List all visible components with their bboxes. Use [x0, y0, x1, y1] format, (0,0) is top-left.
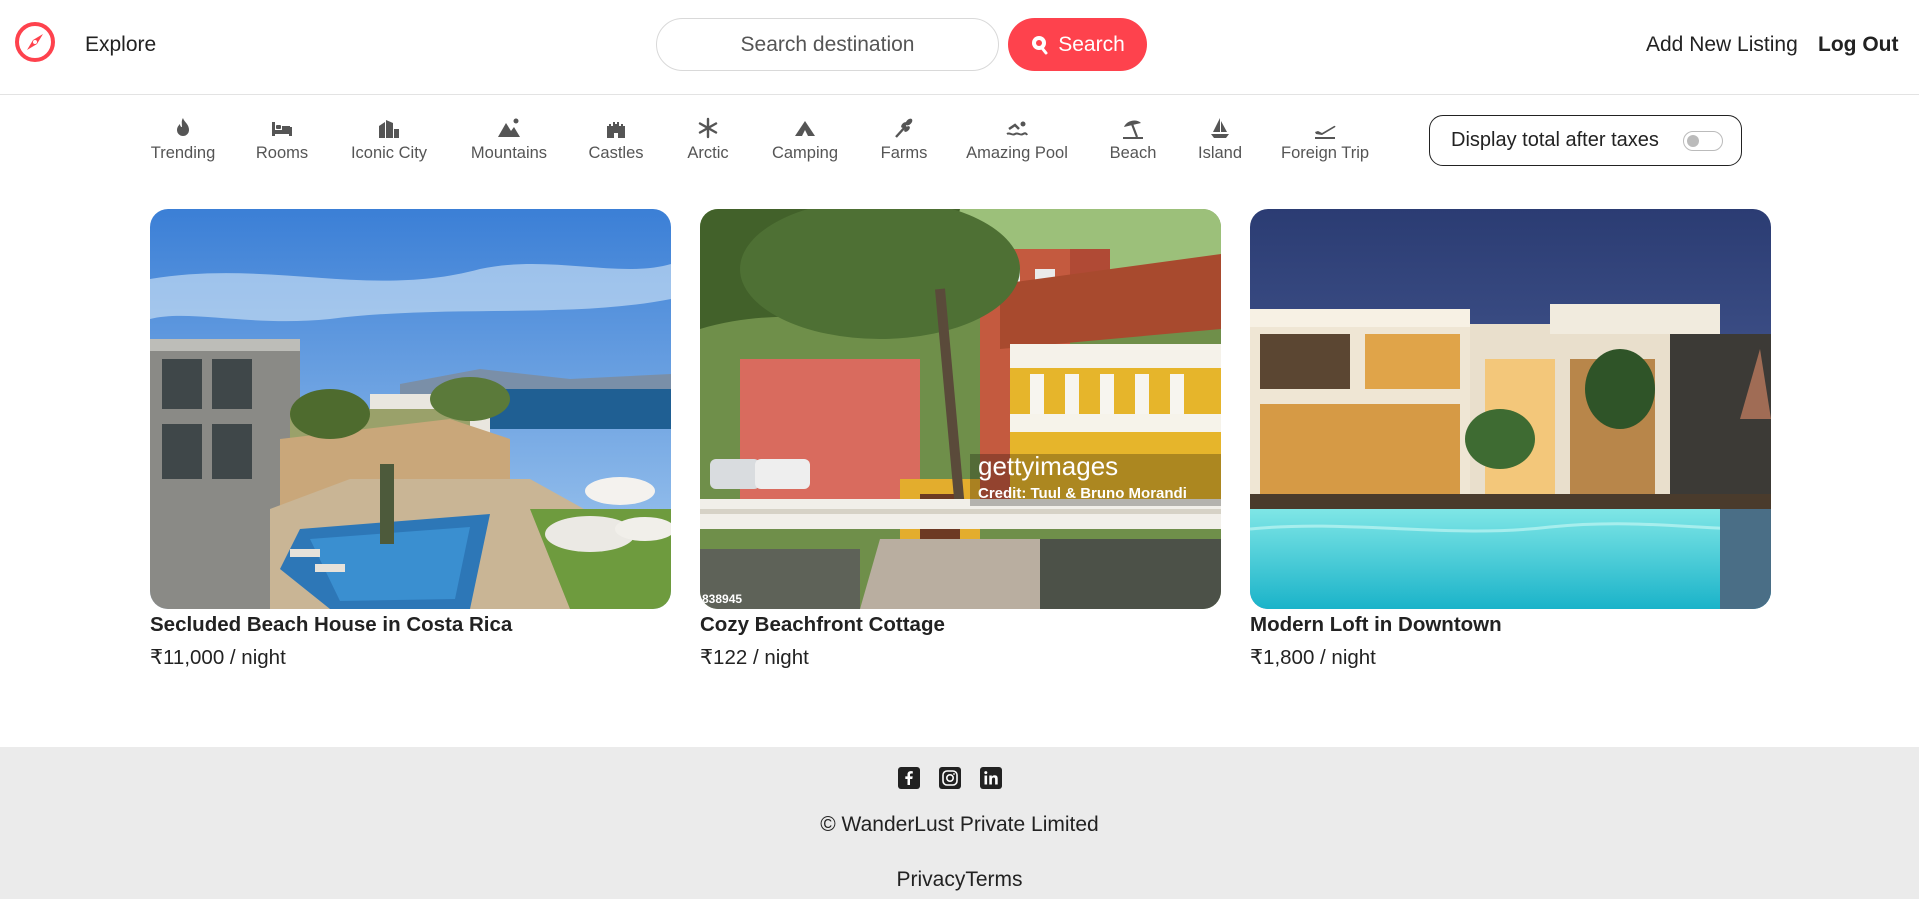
- compass-icon[interactable]: [14, 21, 56, 63]
- privacy-link[interactable]: Privacy: [896, 868, 965, 891]
- listing-title[interactable]: Modern Loft in Downtown: [1250, 613, 1771, 637]
- filter-arctic[interactable]: Arctic: [684, 116, 732, 163]
- switch-knob: [1687, 135, 1699, 147]
- search-icon: [1032, 35, 1048, 54]
- filter-beach[interactable]: Beach: [1108, 116, 1158, 163]
- city-icon: [379, 120, 399, 138]
- search-input[interactable]: Search destination: [656, 18, 999, 71]
- add-new-listing-link[interactable]: Add New Listing: [1646, 33, 1798, 57]
- castle-icon: [607, 122, 625, 138]
- listing-price: ₹122 / night: [700, 646, 809, 669]
- navbar: Explore Search destination Search Add Ne…: [0, 0, 1919, 95]
- filter-camping[interactable]: Camping: [770, 116, 840, 163]
- footer-links: PrivacyTerms: [0, 868, 1919, 892]
- terms-link[interactable]: Terms: [965, 868, 1022, 891]
- explore-link[interactable]: Explore: [85, 33, 156, 57]
- filter-island[interactable]: Island: [1196, 116, 1244, 163]
- filter-farms[interactable]: Farms: [880, 116, 928, 163]
- search-button-label: Search: [1058, 32, 1125, 56]
- footer: © WanderLust Private Limited PrivacyTerm…: [0, 747, 1919, 899]
- filter-mountains[interactable]: Mountains: [469, 116, 549, 163]
- filter-iconic-city[interactable]: Iconic City: [349, 116, 429, 163]
- filter-trending[interactable]: Trending: [150, 116, 216, 163]
- listing-image[interactable]: [1250, 209, 1771, 609]
- listing-title[interactable]: Cozy Beachfront Cottage: [700, 613, 1221, 637]
- tax-toggle-label: Display total after taxes: [1451, 129, 1659, 151]
- search-button[interactable]: Search: [1008, 18, 1147, 71]
- instagram-icon[interactable]: [939, 767, 961, 789]
- watermark-logo: gettyimages: [978, 451, 1118, 481]
- listing-image[interactable]: gettyimages Credit: Tuul & Bruno Morandi…: [700, 209, 1221, 609]
- umbrella-beach-icon: [1123, 120, 1143, 139]
- copyright-text: © WanderLust Private Limited: [820, 813, 1099, 836]
- sailboat-icon: [1211, 118, 1229, 138]
- mountain-icon: [498, 118, 520, 137]
- fire-icon: [177, 118, 189, 136]
- swimmer-icon: [1006, 121, 1028, 136]
- linkedin-icon[interactable]: [980, 767, 1002, 789]
- listing-image[interactable]: [150, 209, 671, 609]
- listing-price: ₹1,800 / night: [1250, 646, 1376, 669]
- filter-rooms[interactable]: Rooms: [254, 116, 310, 163]
- listing-card[interactable]: Secluded Beach House in Costa Rica ₹11,0…: [150, 209, 671, 670]
- campground-icon: [795, 121, 815, 136]
- filter-amazing-pool[interactable]: Amazing Pool: [964, 116, 1070, 163]
- watermark-credit: Credit: Tuul & Bruno Morandi: [978, 485, 1187, 502]
- wheat-icon: [895, 118, 913, 138]
- tax-toggle[interactable]: Display total after taxes: [1429, 115, 1742, 166]
- listing-card[interactable]: gettyimages Credit: Tuul & Bruno Morandi…: [700, 209, 1221, 670]
- snowflake-icon: [698, 117, 718, 139]
- listing-card[interactable]: Modern Loft in Downtown ₹1,800 / night: [1250, 209, 1771, 670]
- tax-toggle-switch[interactable]: [1683, 131, 1723, 151]
- logout-link[interactable]: Log Out: [1818, 33, 1898, 57]
- listing-title[interactable]: Secluded Beach House in Costa Rica: [150, 613, 671, 637]
- listing-price: ₹11,000 / night: [150, 646, 286, 669]
- filter-castles[interactable]: Castles: [587, 116, 645, 163]
- filter-foreign-trip[interactable]: Foreign Trip: [1281, 116, 1369, 163]
- facebook-icon[interactable]: [898, 767, 920, 789]
- plane-departure-icon: [1315, 125, 1336, 139]
- watermark-image-id: 838945: [702, 592, 742, 606]
- bed-icon: [272, 122, 292, 136]
